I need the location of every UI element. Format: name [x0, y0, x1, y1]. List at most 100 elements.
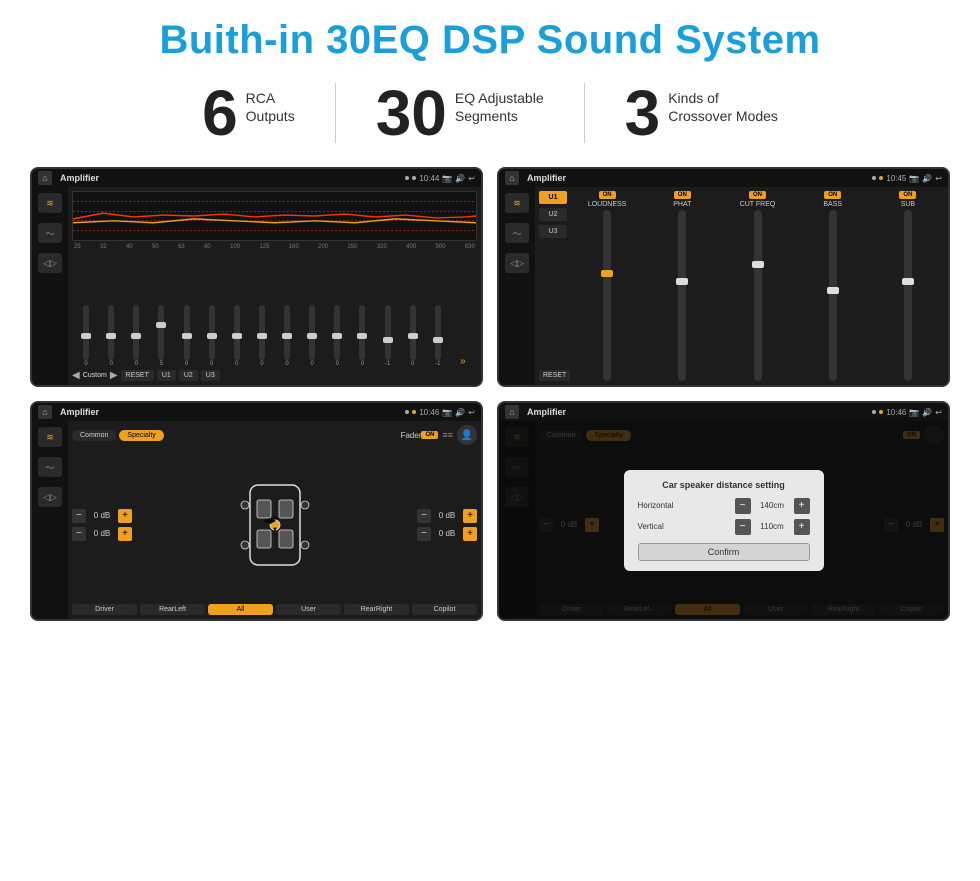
eq-track-15[interactable]	[435, 305, 441, 360]
amp-channel-cutfreq: ON CUT FREQ	[721, 191, 793, 381]
amp-u3-preset[interactable]: U3	[539, 225, 567, 238]
horizontal-plus-button[interactable]: +	[794, 498, 810, 514]
status-dot-3	[872, 176, 876, 180]
amp-channel-phat: ON PHAT	[646, 191, 718, 381]
eq-prev-button[interactable]: ◀	[72, 370, 80, 381]
tab-common-3[interactable]: Common	[72, 430, 116, 441]
fader-minus-2[interactable]: −	[72, 527, 86, 541]
eq-slider-3: 0	[124, 305, 148, 367]
eq-track-4[interactable]	[158, 305, 164, 360]
eq-track-9[interactable]	[284, 305, 290, 360]
fader-minus-4[interactable]: −	[417, 527, 431, 541]
vertical-plus-button[interactable]: +	[794, 519, 810, 535]
eq-track-7[interactable]	[234, 305, 240, 360]
fader-minus-3[interactable]: −	[417, 509, 431, 523]
dialog-title: Car speaker distance setting	[638, 480, 810, 490]
eq-slider-12: 0	[350, 305, 374, 367]
freq-200: 200	[318, 244, 328, 250]
confirm-button[interactable]: Confirm	[638, 543, 810, 561]
vertical-value: 110cm	[755, 522, 790, 531]
wave-icon-1[interactable]: 〜	[38, 223, 62, 243]
wave-icon-2[interactable]: 〜	[505, 223, 529, 243]
bass-slider[interactable]	[829, 210, 837, 381]
speaker-icon-2[interactable]: ◁▷	[505, 253, 529, 273]
home-icon-2[interactable]	[505, 171, 519, 185]
amp-u2-preset[interactable]: U2	[539, 208, 567, 221]
status-dot-1	[405, 176, 409, 180]
loudness-slider[interactable]	[603, 210, 611, 381]
fader-avatar-glyph: 👤	[461, 430, 473, 441]
freq-80: 80	[204, 244, 211, 250]
eq-track-6[interactable]	[209, 305, 215, 360]
fader-db-val-1: 0 dB	[88, 511, 116, 520]
freq-250: 250	[347, 244, 357, 250]
eq-track-13[interactable]	[385, 305, 391, 360]
eq-icon-2[interactable]: ≋	[505, 193, 529, 213]
eq-slider-7: 0	[225, 305, 249, 367]
camera-icon-1: 📷	[442, 174, 452, 183]
cutfreq-slider[interactable]	[754, 210, 762, 381]
eq-track-11[interactable]	[334, 305, 340, 360]
fader-plus-1[interactable]: +	[118, 509, 132, 523]
eq-u1-button[interactable]: U1	[157, 370, 176, 381]
eq-main: 25 32 40 50 63 80 100 125 160 200 250 32…	[68, 187, 481, 385]
home-icon-3[interactable]	[38, 405, 52, 419]
fader-plus-2[interactable]: +	[118, 527, 132, 541]
stat-number-rca: 6	[202, 81, 238, 145]
btn-rearright[interactable]: RearRight	[344, 604, 409, 615]
svg-text:▲: ▲	[272, 515, 278, 521]
back-icon-4[interactable]: ↩	[935, 408, 942, 417]
stat-number-crossover: 3	[625, 81, 661, 145]
wave-icon-3[interactable]: 〜	[38, 457, 62, 477]
eq-track-2[interactable]	[108, 305, 114, 360]
horizontal-minus-button[interactable]: −	[735, 498, 751, 514]
back-icon-1[interactable]: ↩	[468, 174, 475, 183]
eq-u3-button[interactable]: U3	[201, 370, 220, 381]
eq-track-10[interactable]	[309, 305, 315, 360]
btn-copilot[interactable]: Copilot	[412, 604, 477, 615]
speaker-icon-1[interactable]: ◁▷	[38, 253, 62, 273]
btn-driver[interactable]: Driver	[72, 604, 137, 615]
btn-user[interactable]: User	[276, 604, 341, 615]
eq-slider-8: 0	[250, 305, 274, 367]
amp-reset-button[interactable]: RESET	[539, 370, 570, 381]
eq-icon-1[interactable]: ≋	[38, 193, 62, 213]
btn-rearleft[interactable]: RearLeft	[140, 604, 205, 615]
fader-plus-4[interactable]: +	[463, 527, 477, 541]
fader-db-row-2: − 0 dB +	[72, 527, 132, 541]
eq-icon-3[interactable]: ≋	[38, 427, 62, 447]
dialog-horizontal-row: Horizontal − 140cm +	[638, 498, 810, 514]
speaker-icon-3[interactable]: ◁▷	[38, 487, 62, 507]
status-title-3: Amplifier	[60, 407, 401, 417]
back-icon-2[interactable]: ↩	[935, 174, 942, 183]
eq-track-12[interactable]	[359, 305, 365, 360]
fader-plus-3[interactable]: +	[463, 509, 477, 523]
eq-controls-bar: ◀ Custom ▶ RESET U1 U2 U3	[72, 370, 477, 381]
sub-slider[interactable]	[904, 210, 912, 381]
btn-all[interactable]: All	[208, 604, 273, 615]
eq-track-1[interactable]	[83, 305, 89, 360]
tab-specialty-3[interactable]: Specialty	[119, 430, 163, 441]
fader-minus-1[interactable]: −	[72, 509, 86, 523]
eq-track-8[interactable]	[259, 305, 265, 360]
screen-content-1: ≋ 〜 ◁▷	[32, 187, 481, 385]
status-icons-1: 10:44 📷 🔊 ↩	[405, 174, 475, 183]
vertical-minus-button[interactable]: −	[735, 519, 751, 535]
amp-u1-preset[interactable]: U1	[539, 191, 567, 204]
eq-track-3[interactable]	[133, 305, 139, 360]
loudness-on: ON	[599, 191, 616, 199]
phat-slider[interactable]	[678, 210, 686, 381]
home-icon-1[interactable]	[38, 171, 52, 185]
freq-40: 40	[126, 244, 133, 250]
eq-track-5[interactable]	[184, 305, 190, 360]
eq-sliders-row: 0 0 0 5	[72, 253, 477, 367]
fader-db-row-4: − 0 dB +	[417, 527, 477, 541]
fader-top-row: Common Specialty Fader ON ≡≡ 👤	[72, 425, 477, 445]
eq-slider-1: 0	[74, 305, 98, 367]
eq-next-button[interactable]: ▶	[110, 370, 118, 381]
back-icon-3[interactable]: ↩	[468, 408, 475, 417]
eq-reset-button[interactable]: RESET	[121, 370, 154, 381]
eq-track-14[interactable]	[410, 305, 416, 360]
home-icon-4[interactable]	[505, 405, 519, 419]
eq-u2-button[interactable]: U2	[179, 370, 198, 381]
